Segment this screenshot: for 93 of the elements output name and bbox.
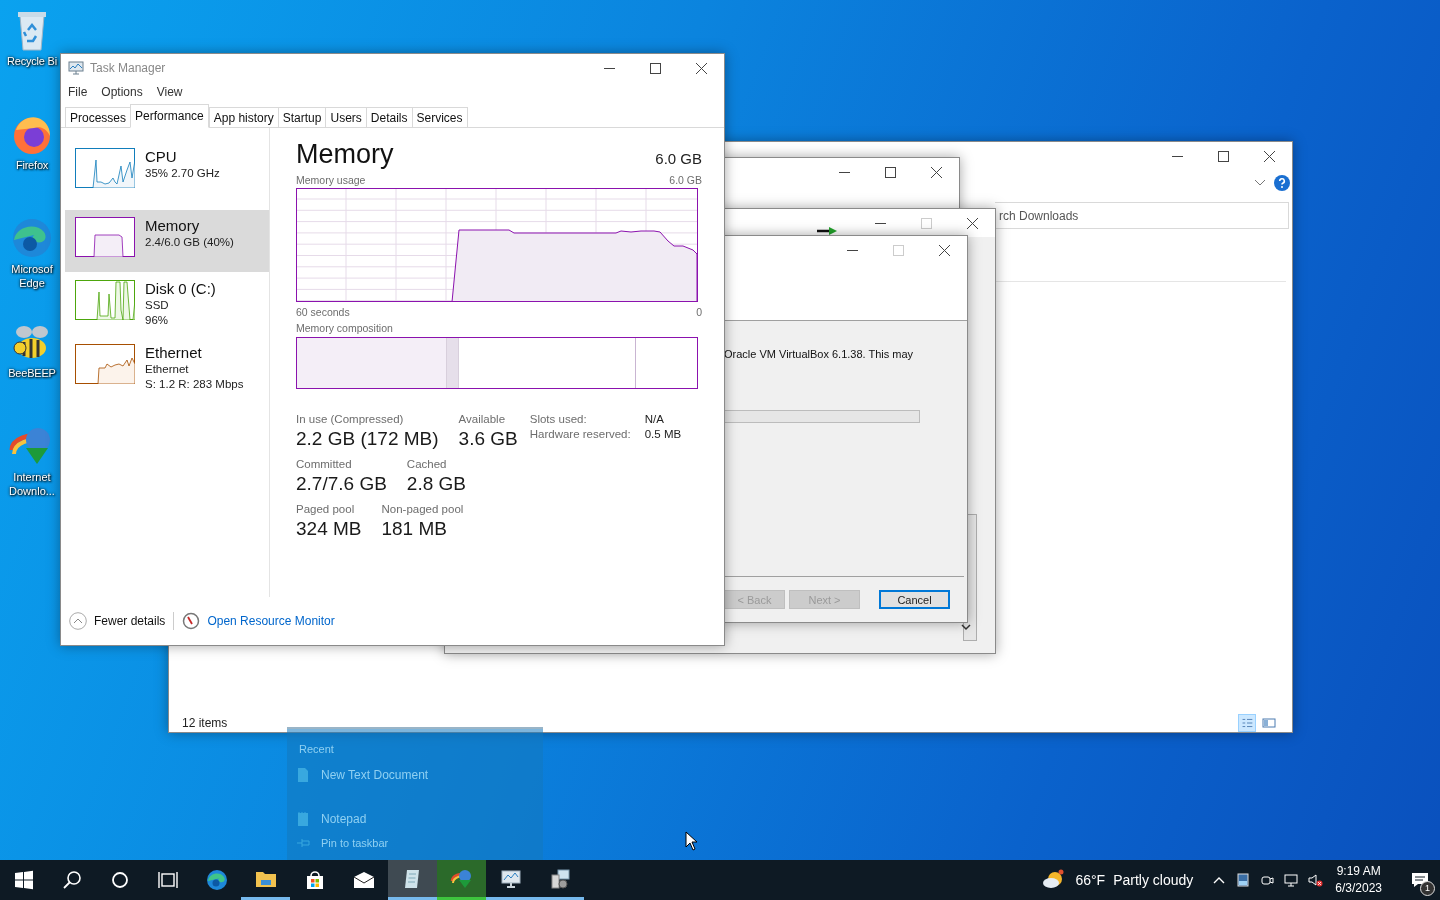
resource-detail: 35% 2.70 GHz <box>145 166 220 181</box>
menu-item[interactable]: View <box>156 85 183 102</box>
maximize-icon <box>892 244 904 256</box>
maximize-icon <box>920 217 932 229</box>
resource-item[interactable]: Memory 2.4/6.0 GB (40%) <box>65 210 269 272</box>
stat-label: Slots used: <box>529 413 588 425</box>
help-icon[interactable] <box>1274 175 1290 191</box>
windows-logo-icon <box>12 868 36 892</box>
arrow-icon <box>817 227 837 235</box>
maximize-icon <box>884 166 896 178</box>
stat-label: Non-paged pool <box>381 503 464 515</box>
stat-value: 324 MB <box>296 518 362 540</box>
tab[interactable]: Processes <box>65 107 131 128</box>
chart-label: 6.0 GB <box>669 174 702 186</box>
message-icon <box>1410 870 1430 890</box>
stat-label: In use (Compressed) <box>296 413 405 425</box>
notification-badge: 1 <box>1420 881 1435 896</box>
tab[interactable]: Users <box>325 107 366 128</box>
close-icon <box>938 244 950 256</box>
chevron-up-icon <box>69 612 87 630</box>
window-title: Task Manager <box>90 61 166 75</box>
stat-value: N/A <box>644 413 665 425</box>
clock-date[interactable]: 6/3/2023 <box>1335 880 1382 897</box>
clock-time[interactable]: 9:19 AM <box>1336 863 1381 880</box>
resource-detail: 2.4/6.0 GB (40%) <box>145 235 234 250</box>
resource-name: Disk 0 (C:) <box>145 280 216 298</box>
stat-value: 0.5 MB <box>644 428 682 440</box>
search-field[interactable]: rch Downloads <box>995 202 1289 229</box>
close-icon <box>1263 150 1275 162</box>
temperature-text: 66°F <box>1075 872 1106 888</box>
edge-icon <box>204 868 229 892</box>
message-text: Oracle VM VirtualBox 6.1.38. This may <box>724 348 915 360</box>
notification-button[interactable]: 1 <box>1400 860 1440 900</box>
resource-name: CPU <box>145 148 178 166</box>
gauge-icon <box>182 612 201 630</box>
resource-detail: SSD <box>145 298 170 313</box>
maximize-icon <box>649 62 661 74</box>
tab[interactable]: Details <box>365 107 412 128</box>
chart-label: Memory composition <box>296 322 394 334</box>
fewer-details-button[interactable]: Fewer details <box>69 612 166 630</box>
thumbnail-graph <box>75 344 135 384</box>
thumbnail-graph <box>75 217 135 257</box>
stat-value: 3.6 GB <box>458 428 518 450</box>
tab[interactable]: Performance <box>130 104 209 128</box>
stat-value: 2.8 GB <box>406 473 466 495</box>
thumbnail-graph <box>75 148 135 188</box>
total-value: 6.0 GB <box>655 150 702 169</box>
resource-name: Ethernet <box>145 344 203 362</box>
stat-label: Paged pool <box>296 503 356 515</box>
stat-value: 2.7/7.6 GB <box>296 473 387 495</box>
section-heading: Recent <box>299 743 335 755</box>
notepad-icon <box>295 811 311 827</box>
monitor-graph-icon <box>68 61 84 75</box>
speaker-muted-icon[interactable] <box>1307 872 1324 888</box>
stat-label: Available <box>458 413 507 425</box>
cancel-button[interactable]: Cancel <box>879 590 950 609</box>
tab[interactable]: Services <box>411 107 468 128</box>
chart-label: Memory usage <box>296 174 366 186</box>
resource-detail: Ethernet <box>145 362 190 377</box>
resource-monitor-link[interactable]: Open Resource Monitor <box>182 612 335 630</box>
tablet-icon[interactable] <box>1235 872 1252 888</box>
resource-item[interactable]: CPU 35% 2.70 GHz <box>65 146 269 204</box>
stat-label: Cached <box>406 458 448 470</box>
details-view-icon[interactable] <box>1238 714 1256 732</box>
thumbnail-graph <box>75 280 135 320</box>
axis-label: 60 seconds <box>296 306 350 318</box>
close-icon <box>930 166 942 178</box>
menu-item[interactable]: File <box>68 85 88 102</box>
stat-value: 181 MB <box>381 518 448 540</box>
mouse-cursor-icon <box>685 831 698 851</box>
tab[interactable]: App history <box>208 107 278 128</box>
section-title: Memory <box>296 139 394 170</box>
tab[interactable]: Startup <box>277 107 326 128</box>
axis-label: 0 <box>696 306 702 318</box>
resource-detail: 96% <box>145 313 170 328</box>
close-icon <box>695 62 707 74</box>
maximize-icon <box>1217 150 1229 162</box>
weather-text: Partly cloudy <box>1113 872 1194 888</box>
taskbar-app[interactable] <box>388 860 437 900</box>
resource-item[interactable]: Ethernet Ethernet S: 1.2 R: 283 Mbps <box>65 342 269 400</box>
resource-name: Memory <box>145 217 201 235</box>
chevron-down-icon[interactable] <box>960 622 972 632</box>
stat-label: Hardware reserved: <box>529 428 631 440</box>
network-icon[interactable] <box>1283 872 1300 888</box>
stat-value: 2.2 GB (172 MB) <box>296 428 439 450</box>
weather-widget[interactable]: 66°F Partly cloudy <box>1041 868 1194 892</box>
resource-detail: S: 1.2 R: 283 Mbps <box>145 377 244 392</box>
status-text: 12 items <box>182 716 228 730</box>
menu-item[interactable]: Options <box>101 85 143 102</box>
close-icon <box>966 217 978 229</box>
stat-label: Committed <box>296 458 353 470</box>
document-icon <box>295 767 311 783</box>
resource-item[interactable]: Disk 0 (C:) SSD 96% <box>65 278 269 336</box>
